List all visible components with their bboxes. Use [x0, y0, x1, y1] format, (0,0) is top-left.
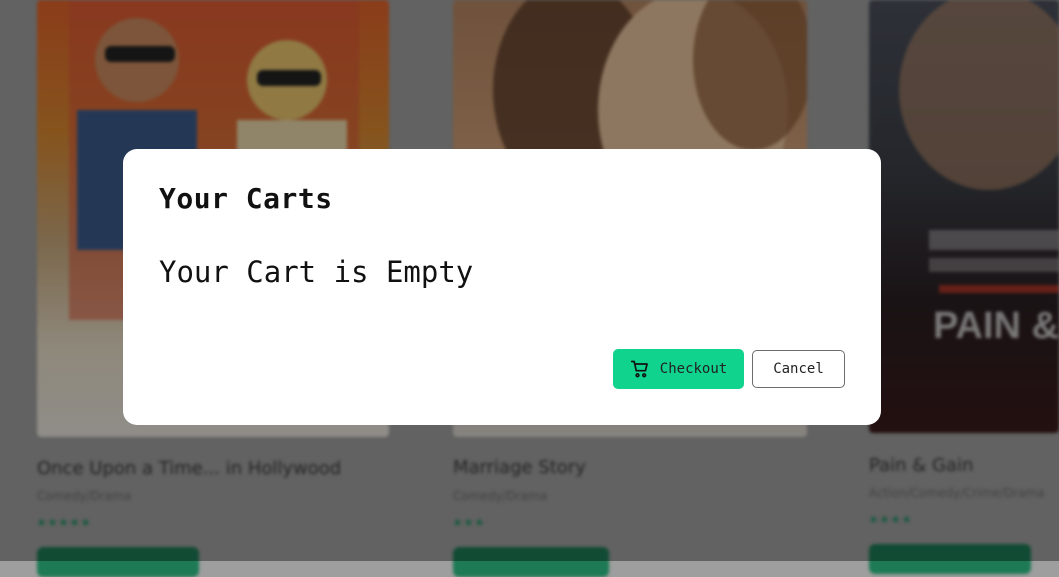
- modal-title: Your Carts: [159, 182, 333, 215]
- cart-modal: Your Carts Your Cart is Empty Checkout C…: [123, 149, 881, 425]
- cancel-button[interactable]: Cancel: [752, 350, 845, 388]
- cancel-label: Cancel: [773, 361, 824, 377]
- empty-cart-message: Your Cart is Empty: [159, 255, 474, 289]
- cart-icon: [630, 360, 648, 378]
- checkout-button[interactable]: Checkout: [613, 349, 744, 389]
- checkout-label: Checkout: [659, 361, 728, 377]
